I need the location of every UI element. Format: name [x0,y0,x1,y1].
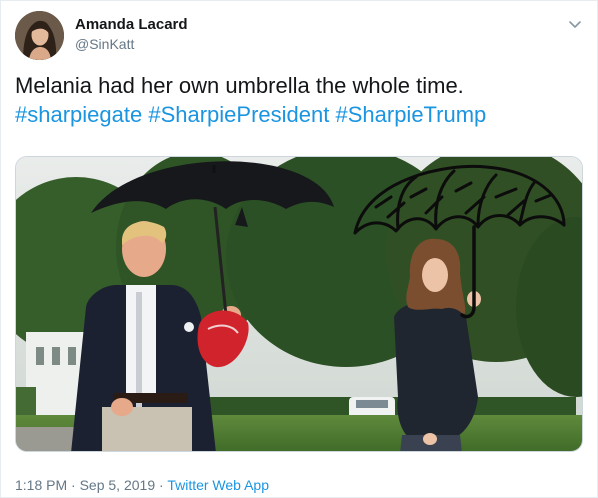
tweet-photo[interactable] [15,156,583,452]
tweet-source-link[interactable]: Twitter Web App [167,477,269,493]
hashtag-link[interactable]: #SharpieTrump [335,102,486,127]
tweet-date[interactable]: Sep 5, 2019 [80,477,156,493]
chevron-down-icon[interactable] [567,16,583,32]
hashtag-link[interactable]: #SharpiePresident [148,102,329,127]
tweet-body: Melania had her own umbrella the whole t… [15,73,464,98]
avatar[interactable] [15,11,64,60]
meta-separator: · [159,477,164,493]
user-display-name[interactable]: Amanda Lacard [75,16,188,33]
tweet-time[interactable]: 1:18 PM [15,477,67,493]
tweet-card: Amanda Lacard @SinKatt Melania had her o… [0,0,598,498]
meta-separator: · [71,477,76,493]
user-handle[interactable]: @SinKatt [75,36,134,52]
tweet-text: Melania had her own umbrella the whole t… [15,71,585,129]
tweet-meta: 1:18 PM · Sep 5, 2019 · Twitter Web App [15,477,269,493]
hashtag-link[interactable]: #sharpiegate [15,102,142,127]
